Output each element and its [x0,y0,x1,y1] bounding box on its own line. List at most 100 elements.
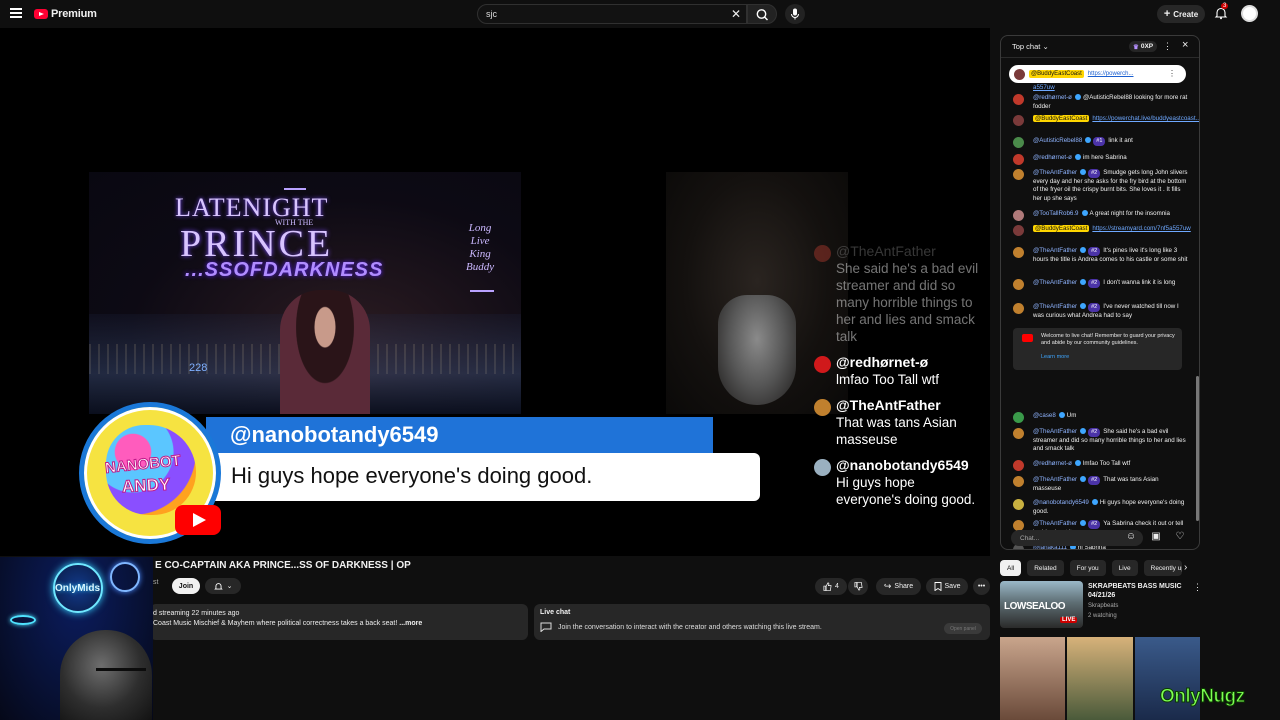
user-avatar[interactable] [1013,476,1024,487]
chat-username[interactable]: @case8 [1033,412,1056,419]
more-actions-button[interactable]: ••• [973,578,990,595]
related-video-channel[interactable]: Skrapbeats [1088,603,1118,609]
verified-member-icon [1080,169,1087,175]
chip-live[interactable]: Live [1111,560,1138,576]
chat-message: @nanobotandy6549 Hi guys hope everyone's … [1001,499,1194,516]
chat-username[interactable]: @redhørnet-ø [1033,154,1072,161]
chat-username[interactable]: @TheAntFather [1033,303,1077,310]
chat-username[interactable]: @TheAntFather [1033,428,1077,435]
crown-icon: ♛ [1133,43,1139,51]
join-button[interactable]: Join [172,578,200,594]
chat-username[interactable]: @AutisticRebel88 [1033,137,1082,144]
chat-username[interactable]: @BuddyEastCoast [1033,225,1090,232]
close-chat-icon[interactable]: × [1182,39,1188,51]
subscription-bell-button[interactable]: ⌄ [205,578,241,594]
chat-username[interactable]: @TheAntFather [1033,169,1077,176]
related-video-title[interactable]: SKRAPBEATS BASS MUSIC 04/21/26 [1088,582,1188,600]
chat-message-text: I don't wanna link it is long [1103,279,1176,286]
pinned-link[interactable]: https://powerch... [1088,71,1134,77]
show-more-link[interactable]: ...more [399,620,422,627]
user-avatar[interactable] [1013,428,1024,439]
clear-search-icon[interactable]: ✕ [731,7,741,21]
crown-icon [284,178,306,190]
description-box[interactable]: d streaming 22 minutes ago Coast Music M… [150,604,528,640]
user-avatar[interactable] [1013,499,1024,510]
chat-message: @redhørnet-ø lmfao Too Tall wtf [1001,460,1194,471]
menu-button[interactable] [10,8,22,18]
brand-label: Premium [51,8,97,20]
banner-message: Hi guys hope everyone's doing good. [231,463,593,488]
account-avatar[interactable] [1241,5,1258,22]
emoji-icon[interactable]: ☺ [1124,531,1138,545]
user-avatar[interactable] [1013,137,1024,148]
chat-message: @TheAntFather #2 I don't wanna link it is … [1001,279,1194,290]
verified-member-icon [1074,154,1081,160]
banner-username: @nanobotandy6549 [230,422,439,447]
chip-related[interactable]: Related [1027,560,1064,576]
user-avatar[interactable] [1013,303,1024,314]
voice-search-button[interactable] [785,4,805,24]
chat-mode-dropdown[interactable]: Top chat ⌄ [1012,42,1049,51]
create-button[interactable]: + Create [1157,5,1205,23]
chat-username[interactable]: @TheAntFather [1033,247,1077,254]
user-avatar[interactable] [1013,169,1024,180]
user-avatar[interactable] [1013,115,1024,126]
chat-message-text: A great night for the insomnia [1089,210,1171,217]
share-button[interactable]: ↪ Share [876,578,921,595]
open-panel-button[interactable]: Open panel [944,623,982,634]
chat-message: @AutisticRebel88 #1 link it ant [1001,137,1194,148]
chat-menu-icon[interactable]: ⋮ [1163,41,1172,52]
overlay-chat-message: @redhørnet-ø lmfao Too Tall wtf [810,354,980,388]
save-playlist-icon [934,582,941,591]
chip-recently-uploaded[interactable]: Recently up [1143,560,1182,576]
pinned-username: @BuddyEastCoast [1029,70,1084,78]
onlynugz-logo: OnlyNugz [1160,686,1246,708]
chat-username[interactable]: @BuddyEastCoast [1033,115,1090,122]
user-avatar[interactable] [1013,279,1024,290]
chat-username[interactable]: @TheAntFather [1033,476,1077,483]
rank-badge: #2 [1088,428,1101,437]
user-avatar[interactable] [1013,460,1024,471]
heart-icon[interactable]: ♡ [1173,531,1187,545]
search-input[interactable]: sjc [477,4,747,24]
chat-message-text[interactable]: https://streamyard.com/7nf5a557uw [1092,225,1190,232]
search-button[interactable] [747,4,777,24]
user-avatar [814,245,831,262]
chat-message: @case8 Um [1001,412,1194,423]
rank-badge: #2 [1088,279,1101,288]
app-root: Premium sjc ✕ + Create 3 LATENIGHT WITH T… [0,0,1280,720]
save-button[interactable]: Save [926,578,968,595]
chat-username[interactable]: @redhørnet-ø [1033,460,1072,467]
chip-all[interactable]: All [1000,560,1022,576]
chat-message-text[interactable]: a557uw [1033,84,1055,91]
pinned-message[interactable]: @BuddyEastCoast https://powerch... ⋮ [1009,65,1186,83]
chat-message-text[interactable]: https://powerchat.live/buddyeastcoast... [1092,115,1199,122]
chip-for-you[interactable]: For you [1069,560,1106,576]
learn-more-link[interactable]: Learn more [1041,354,1176,361]
top-bar: Premium sjc ✕ + Create 3 [0,0,1280,28]
rank-badge: #2 [1088,247,1101,256]
verified-member-icon [1074,94,1081,100]
more-vertical-icon[interactable]: ⋮ [1193,582,1202,593]
verified-member-icon [1085,137,1092,143]
user-avatar[interactable] [1013,412,1024,423]
like-button[interactable]: 4 [815,578,847,595]
youtube-logo[interactable]: Premium [34,8,97,20]
chat-header: Top chat ⌄ ♛ 0XP ⋮ × [1001,36,1199,58]
xp-badge[interactable]: ♛ 0XP [1129,41,1158,52]
user-avatar[interactable] [1013,154,1024,165]
dislike-button[interactable] [848,578,868,595]
chat-username[interactable]: @TooTallRob6.9 [1033,210,1079,217]
chat-username[interactable]: @TheAntFather [1033,520,1077,527]
super-chat-icon[interactable]: ▣ [1149,531,1163,545]
chat-username[interactable]: @TheAntFather [1033,279,1077,286]
chevron-right-icon[interactable]: › [1184,562,1187,573]
chat-username[interactable]: @redhørnet-ø [1033,94,1072,101]
user-avatar[interactable] [1013,94,1024,105]
user-avatar[interactable] [1013,210,1024,221]
more-vertical-icon[interactable]: ⋮ [1168,69,1176,78]
chat-username[interactable]: @nanobotandy6549 [1033,499,1089,506]
chat-scrollbar[interactable] [1196,376,1199,521]
user-avatar[interactable] [1013,247,1024,258]
user-avatar[interactable] [1013,225,1024,236]
